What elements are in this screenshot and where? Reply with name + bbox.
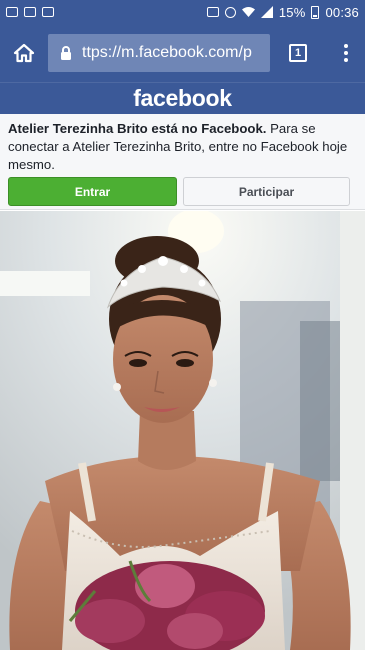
home-button[interactable]	[0, 24, 48, 82]
lock-icon	[61, 46, 71, 60]
login-prompt: Atelier Terezinha Brito está no Facebook…	[0, 114, 365, 210]
battery-icon	[311, 5, 320, 19]
status-left-icons	[6, 7, 54, 17]
login-button[interactable]: Entrar	[8, 177, 177, 206]
more-vert-icon	[343, 44, 348, 62]
image-icon	[6, 7, 18, 17]
gallery-icon	[42, 7, 54, 17]
address-bar[interactable]: ttps://m.facebook.com/p	[48, 34, 270, 72]
bride-portrait-image	[0, 211, 365, 650]
status-right-icons: 15% 00:36	[206, 4, 359, 20]
status-bar: 15% 00:36	[0, 0, 365, 24]
signup-button[interactable]: Participar	[183, 177, 350, 206]
overflow-menu-button[interactable]	[326, 24, 365, 82]
voicemail-icon	[24, 7, 36, 17]
tabs-button[interactable]: 1	[270, 24, 326, 82]
promo-buttons: Entrar Participar	[8, 177, 357, 206]
promo-page-name: Atelier Terezinha Brito está no Facebook…	[8, 121, 267, 136]
home-icon	[13, 43, 35, 63]
tab-count: 1	[289, 44, 307, 62]
mute-icon	[206, 7, 219, 17]
facebook-header: facebook	[0, 82, 365, 114]
url-text: ttps://m.facebook.com/p	[82, 44, 252, 61]
wifi-icon	[241, 6, 255, 17]
profile-photo[interactable]	[0, 211, 365, 650]
signal-icon	[260, 6, 273, 18]
battery-percent: 15%	[278, 4, 306, 20]
facebook-logo[interactable]: facebook	[133, 85, 232, 112]
browser-toolbar: ttps://m.facebook.com/p 1	[0, 24, 365, 82]
promo-message: Atelier Terezinha Brito está no Facebook…	[8, 120, 357, 174]
clock-time: 00:36	[325, 4, 359, 20]
alarm-icon	[224, 6, 236, 18]
